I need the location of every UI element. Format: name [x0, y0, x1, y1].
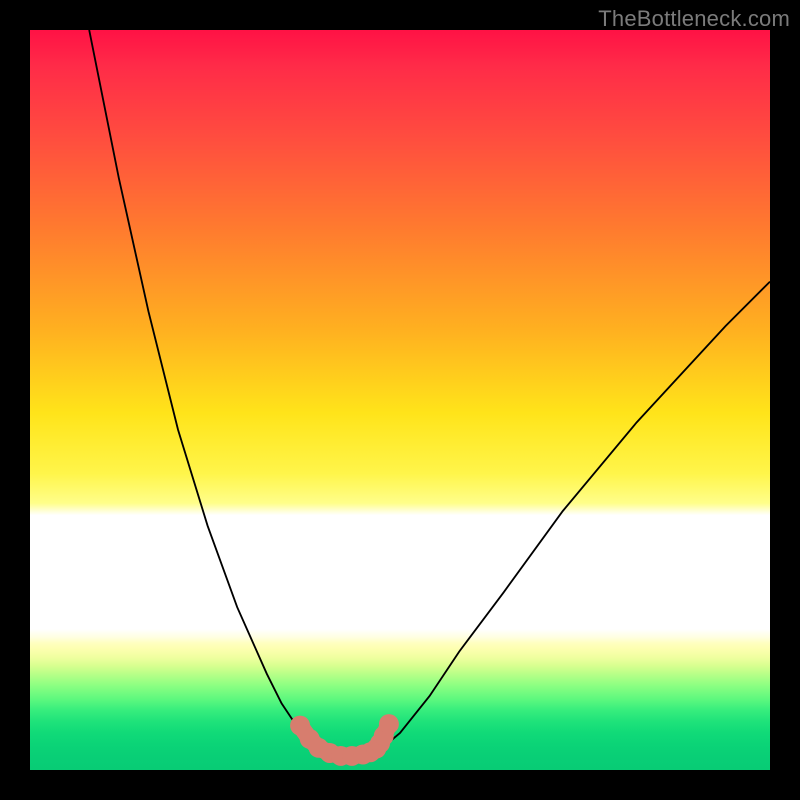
highlight-markers — [290, 714, 399, 766]
marker-dot — [379, 714, 399, 734]
curve-svg — [30, 30, 770, 770]
curve-left-branch — [89, 30, 315, 745]
chart-frame: TheBottleneck.com — [0, 0, 800, 800]
plot-area — [30, 30, 770, 770]
watermark-text: TheBottleneck.com — [598, 6, 790, 32]
curve-right-branch — [382, 282, 771, 749]
